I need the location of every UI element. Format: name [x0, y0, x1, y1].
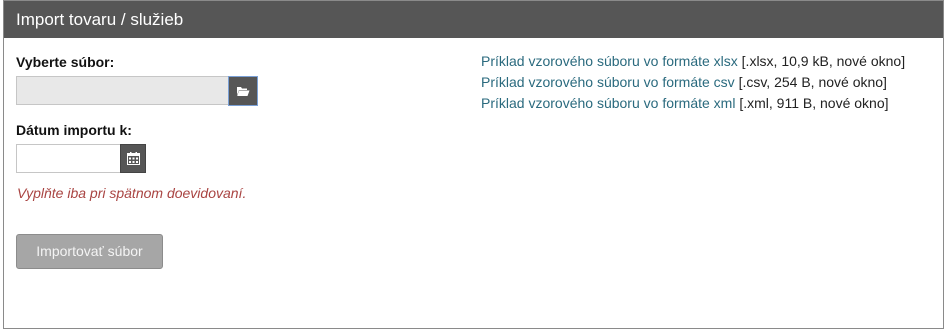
sample-link-xml[interactable]: Príklad vzorového súboru vo formáte xml	[481, 95, 735, 111]
sample-file-xlsx: Príklad vzorového súboru vo formáte xlsx…	[481, 51, 905, 72]
file-label: Vyberte súbor:	[16, 54, 115, 70]
sample-meta-xml: [.xml, 911 B, nové okno]	[739, 95, 889, 111]
panel-title: Import tovaru / služieb	[4, 1, 943, 38]
import-panel: Import tovaru / služieb Vyberte súbor: D…	[3, 0, 944, 329]
sample-files-list: Príklad vzorového súboru vo formáte xlsx…	[481, 51, 905, 114]
sample-file-xml: Príklad vzorového súboru vo formáte xml …	[481, 93, 905, 114]
date-label: Dátum importu k:	[16, 122, 132, 138]
date-hint: Vyplňte iba pri spätnom doevidovaní.	[17, 185, 247, 201]
sample-meta-csv: [.csv, 254 B, nové okno]	[738, 74, 887, 90]
date-input[interactable]	[16, 144, 122, 173]
sample-file-csv: Príklad vzorového súboru vo formáte csv …	[481, 72, 905, 93]
calendar-icon	[126, 152, 140, 165]
sample-meta-xlsx: [.xlsx, 10,9 kB, nové okno]	[741, 53, 906, 69]
file-input[interactable]	[16, 76, 229, 105]
date-picker-button[interactable]	[120, 144, 146, 173]
browse-file-button[interactable]	[228, 76, 258, 106]
folder-open-icon	[237, 87, 250, 96]
sample-link-csv[interactable]: Príklad vzorového súboru vo formáte csv	[481, 74, 735, 90]
import-file-button[interactable]: Importovať súbor	[16, 234, 163, 269]
sample-link-xlsx[interactable]: Príklad vzorového súboru vo formáte xlsx	[481, 53, 738, 69]
